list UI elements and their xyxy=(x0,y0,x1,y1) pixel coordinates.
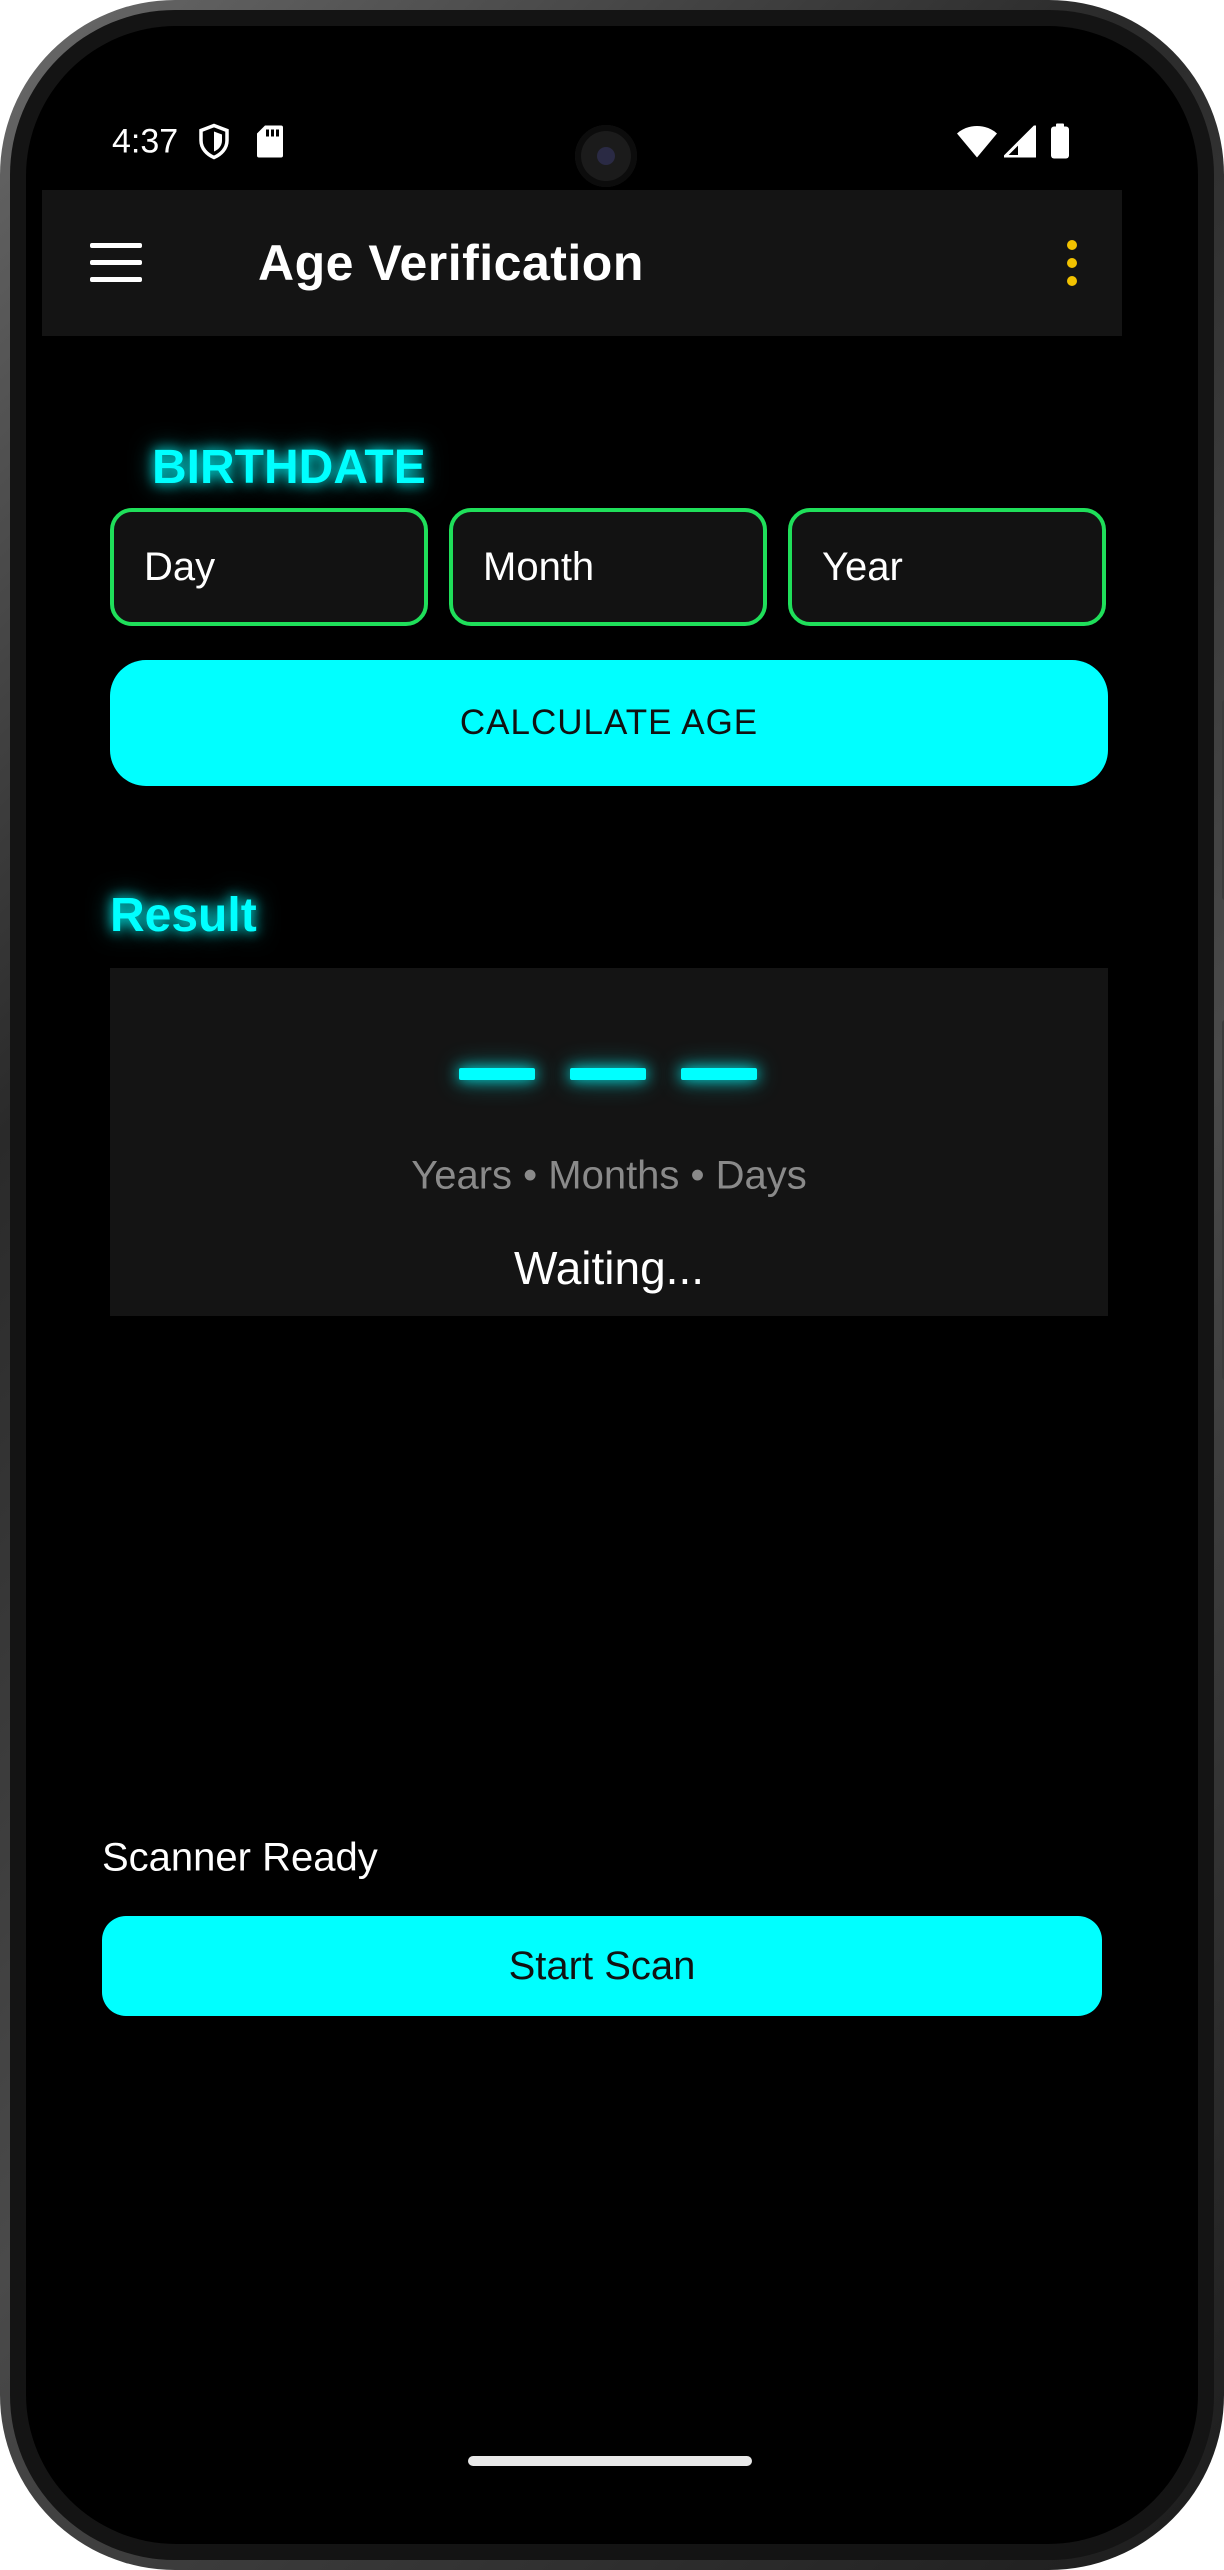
age-placeholder-dash xyxy=(681,1068,757,1080)
hamburger-menu-icon[interactable] xyxy=(90,243,142,283)
home-indicator[interactable] xyxy=(468,2456,752,2466)
result-label: Result xyxy=(110,889,257,942)
status-bar: 4:37 xyxy=(26,26,1198,196)
result-status: Waiting... xyxy=(513,1242,705,1294)
scanner-status: Scanner Ready xyxy=(102,1835,378,1880)
more-vertical-icon[interactable] xyxy=(1066,240,1078,286)
sd-card-icon xyxy=(256,125,284,164)
wifi-icon xyxy=(956,125,998,164)
year-input[interactable] xyxy=(792,512,1102,622)
month-field[interactable] xyxy=(449,508,767,626)
battery-icon xyxy=(1050,123,1070,165)
day-field[interactable] xyxy=(110,508,428,626)
screen: 4:37 Age Verification BIRTHDATE Day Mont… xyxy=(26,26,1198,2544)
year-field[interactable] xyxy=(788,508,1106,626)
birthdate-label: BIRTHDATE xyxy=(152,441,426,494)
app-title: Age Verification xyxy=(258,235,644,291)
start-scan-button[interactable]: Start Scan xyxy=(102,1916,1102,2016)
front-camera xyxy=(575,125,637,187)
age-placeholder-dash xyxy=(570,1068,646,1080)
age-placeholder-dash xyxy=(459,1068,535,1080)
age-units-caption: Years • Months • Days xyxy=(411,1153,807,1198)
cell-signal-icon xyxy=(1001,122,1037,163)
status-time: 4:37 xyxy=(112,122,179,161)
result-card: Years • Months • Days Waiting... xyxy=(110,968,1108,1316)
phone-frame: 4:37 Age Verification BIRTHDATE Day Mont… xyxy=(0,0,1224,2570)
shield-icon xyxy=(198,123,230,165)
day-input[interactable] xyxy=(114,512,424,622)
month-input[interactable] xyxy=(453,512,763,622)
app-bar: Age Verification xyxy=(42,190,1122,336)
calculate-age-button[interactable]: CALCULATE AGE xyxy=(110,660,1108,786)
